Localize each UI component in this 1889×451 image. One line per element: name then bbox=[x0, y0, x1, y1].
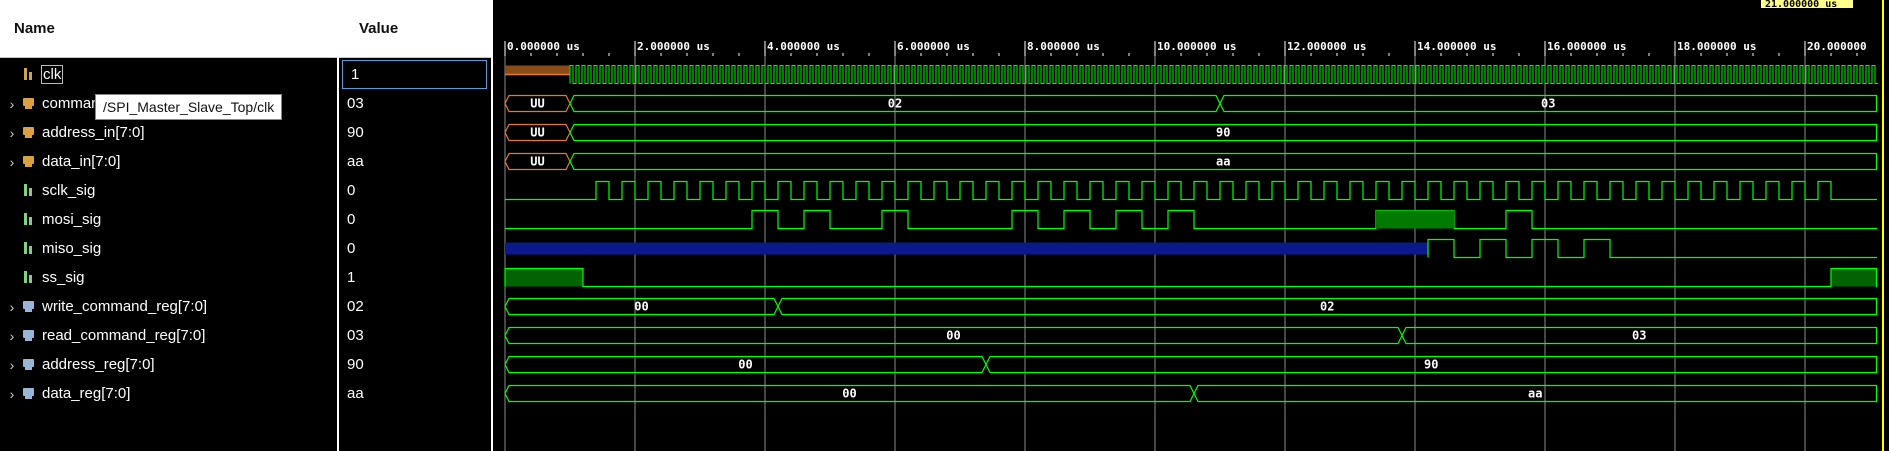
signal-row[interactable]: › address_in[7:0] bbox=[0, 118, 337, 147]
signal-name: data_reg[7:0] bbox=[42, 385, 131, 402]
expand-chevron-icon[interactable]: › bbox=[6, 357, 18, 373]
bus-signal-icon bbox=[22, 154, 36, 170]
bus-value-label: UU bbox=[530, 126, 544, 140]
signal-row[interactable]: › data_in[7:0] bbox=[0, 147, 337, 176]
signal-row[interactable]: › read_command_reg[7:0] bbox=[0, 321, 337, 350]
clk-undefined-region bbox=[505, 65, 570, 75]
signal-name: data_in[7:0] bbox=[42, 153, 121, 170]
signal-value[interactable]: 03 bbox=[339, 89, 491, 118]
time-tick-label: 8.000000 us bbox=[1027, 40, 1100, 53]
bus-value-label: 03 bbox=[1541, 97, 1555, 111]
name-column-header[interactable]: Name bbox=[0, 0, 337, 58]
bus-value-label: 00 bbox=[634, 300, 648, 314]
signal-row[interactable]: › data_reg[7:0] bbox=[0, 379, 337, 408]
bus-value-label: 02 bbox=[1320, 300, 1334, 314]
signal-value[interactable]: 1 bbox=[339, 263, 491, 292]
bus-signal-icon bbox=[22, 125, 36, 141]
signal-name-panel: Name clk›command_in[7:0]›address_in[7:0]… bbox=[0, 0, 337, 451]
bit-signal-icon bbox=[22, 67, 36, 83]
signal-value[interactable]: aa bbox=[339, 379, 491, 408]
time-tick-label: 2.000000 us bbox=[637, 40, 710, 53]
bus-value-label: 00 bbox=[946, 329, 960, 343]
bus-value-label: UU bbox=[530, 155, 544, 169]
signal-value[interactable]: 1 bbox=[342, 60, 487, 89]
signal-value[interactable]: 0 bbox=[339, 234, 491, 263]
bus-value-label: aa bbox=[1216, 155, 1230, 169]
expand-chevron-icon[interactable]: › bbox=[6, 96, 18, 112]
miso-undefined-region bbox=[505, 242, 1428, 255]
signal-value[interactable]: aa bbox=[339, 147, 491, 176]
signal-name: read_command_reg[7:0] bbox=[42, 327, 206, 344]
signal-value[interactable]: 02 bbox=[339, 292, 491, 321]
signal-value[interactable]: 90 bbox=[339, 118, 491, 147]
signal-name: write_command_reg[7:0] bbox=[42, 298, 208, 315]
signal-name: sclk_sig bbox=[42, 182, 96, 199]
signal-row[interactable]: miso_sig bbox=[0, 234, 337, 263]
signal-name: ss_sig bbox=[42, 269, 85, 286]
signal-row[interactable]: clk bbox=[0, 60, 337, 89]
cursor-line[interactable] bbox=[1882, 0, 1884, 451]
signal-name: miso_sig bbox=[42, 240, 102, 257]
signal-value[interactable]: 03 bbox=[339, 321, 491, 350]
expand-chevron-icon[interactable]: › bbox=[6, 328, 18, 344]
signal-name: address_in[7:0] bbox=[42, 124, 145, 141]
signal-name: clk bbox=[40, 65, 64, 84]
bus-value-label: 03 bbox=[1632, 329, 1646, 343]
bus-value-label: UU bbox=[530, 97, 544, 111]
bus-signal-icon bbox=[22, 357, 36, 373]
bus-value-label: 90 bbox=[1424, 358, 1438, 372]
bit-signal-icon bbox=[22, 183, 36, 199]
bit-signal-icon bbox=[22, 212, 36, 228]
signal-row[interactable]: mosi_sig bbox=[0, 205, 337, 234]
expand-chevron-icon[interactable]: › bbox=[6, 154, 18, 170]
signal-value[interactable]: 0 bbox=[339, 176, 491, 205]
bus-value-label: aa bbox=[1528, 387, 1542, 401]
time-tick-label: 18.000000 us bbox=[1677, 40, 1756, 53]
value-column-header[interactable]: Value bbox=[339, 0, 491, 58]
bus-signal-icon bbox=[22, 386, 36, 402]
bit-high-fill bbox=[1831, 268, 1877, 287]
signal-path-tooltip: /SPI_Master_Slave_Top/clk bbox=[95, 94, 283, 120]
time-tick-label: 6.000000 us bbox=[897, 40, 970, 53]
bus-value-label: 90 bbox=[1216, 126, 1230, 140]
bus-signal-icon bbox=[22, 96, 36, 112]
signal-row[interactable]: sclk_sig bbox=[0, 176, 337, 205]
time-tick-label: 0.000000 us bbox=[507, 40, 580, 53]
bus-value-label: 00 bbox=[842, 387, 856, 401]
waveform-viewer[interactable]: 0.000000 us 2.000000 us 4.000000 us 6.00000… bbox=[493, 0, 1889, 451]
mosi-high-fill bbox=[1376, 210, 1454, 229]
time-tick-label: 10.000000 us bbox=[1157, 40, 1236, 53]
cursor-time-label: 21.000000 us bbox=[1765, 0, 1837, 10]
bus-signal-icon bbox=[22, 299, 36, 315]
expand-chevron-icon[interactable]: › bbox=[6, 299, 18, 315]
signal-value[interactable]: 0 bbox=[339, 205, 491, 234]
expand-chevron-icon[interactable]: › bbox=[6, 125, 18, 141]
expand-chevron-icon[interactable]: › bbox=[6, 386, 18, 402]
bit-signal-icon bbox=[22, 241, 36, 257]
time-tick-label: 12.000000 us bbox=[1287, 40, 1366, 53]
bit-high-fill bbox=[505, 268, 583, 287]
time-tick-label: 4.000000 us bbox=[767, 40, 840, 53]
bus-signal-icon bbox=[22, 328, 36, 344]
signal-row[interactable]: › address_reg[7:0] bbox=[0, 350, 337, 379]
signal-name: address_reg[7:0] bbox=[42, 356, 155, 373]
time-tick-label: 16.000000 us bbox=[1547, 40, 1626, 53]
signal-value[interactable]: 90 bbox=[339, 350, 491, 379]
time-tick-label: 14.000000 us bbox=[1417, 40, 1496, 53]
signal-value-panel: Value 1 03 90 aa 0 0 0 1 02 03 90 aa bbox=[339, 0, 491, 451]
signal-row[interactable]: ss_sig bbox=[0, 263, 337, 292]
bus-value-label: 00 bbox=[738, 358, 752, 372]
signal-name: mosi_sig bbox=[42, 211, 102, 228]
bus-value-label: 02 bbox=[888, 97, 902, 111]
time-tick-label: 20.000000 bbox=[1807, 40, 1867, 53]
signal-row[interactable]: › write_command_reg[7:0] bbox=[0, 292, 337, 321]
bit-signal-icon bbox=[22, 270, 36, 286]
